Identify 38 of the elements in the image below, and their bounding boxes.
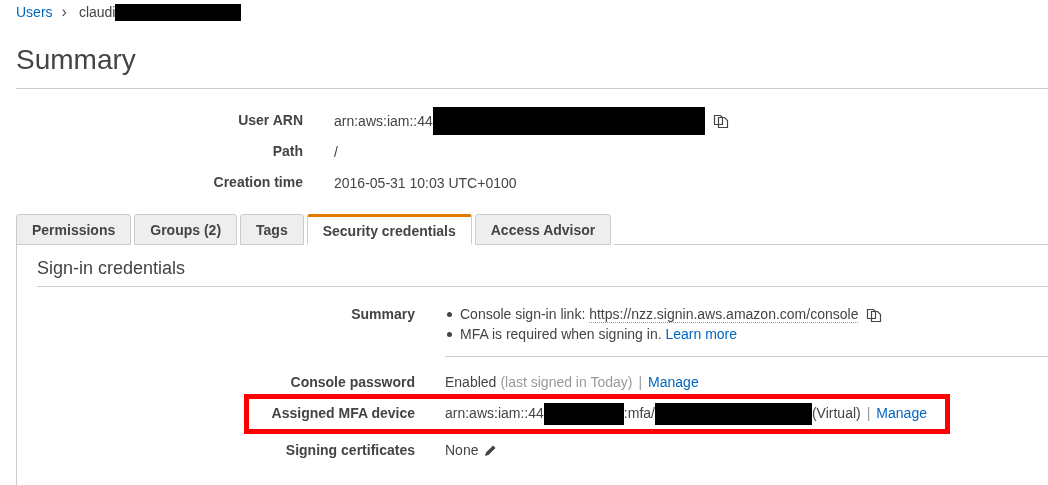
bullet-text: Console sign-in link:: [460, 305, 587, 324]
field-label: User ARN: [237, 111, 303, 130]
field-label: Console password: [289, 373, 415, 392]
tab[interactable]: Tags: [240, 214, 304, 245]
separator: |: [638, 373, 643, 392]
sign-in-url[interactable]: https://nzz.signin.aws.amazon.com/console: [589, 305, 859, 323]
field-value: arn:aws:iam::44: [445, 404, 544, 423]
section-title: Sign-in credentials: [37, 258, 1048, 287]
field-label: Signing certificates: [284, 441, 415, 460]
field-value: Enabled: [445, 373, 497, 392]
field-value: 2016-05-31 10:03 UTC+0100: [334, 174, 517, 191]
field-label: Summary: [350, 305, 415, 324]
field-label: Creation time: [212, 173, 303, 192]
manage-link[interactable]: Manage: [876, 398, 927, 429]
manage-link[interactable]: Manage: [648, 367, 699, 398]
separator: |: [866, 404, 871, 423]
last-signed-note: (last signed in Today): [500, 373, 633, 392]
tab[interactable]: Groups (2): [134, 214, 238, 245]
field-value: None: [445, 441, 479, 460]
bullet-icon: [447, 331, 452, 337]
field-value: /: [334, 143, 338, 160]
bullet-text: MFA is required when signing in.: [460, 325, 663, 344]
field-value: (Virtual): [811, 404, 861, 423]
tab[interactable]: Security credentials: [306, 214, 472, 245]
breadcrumb-current: claudi: [78, 4, 116, 20]
chevron-icon: ›: [61, 3, 67, 21]
breadcrumb-link[interactable]: Users: [16, 4, 53, 20]
field-value: arn:aws:iam::44: [334, 112, 433, 129]
tab[interactable]: Access Advisor: [474, 214, 612, 245]
page-title: Summary: [16, 24, 1048, 89]
learn-more-link[interactable]: Learn more: [665, 324, 738, 344]
bullet-icon: [447, 311, 452, 317]
field-value: :mfa/: [623, 404, 655, 423]
field-label: Path: [271, 142, 303, 161]
field-label: Assigned MFA device: [270, 404, 415, 423]
pencil-icon[interactable]: [483, 443, 498, 458]
copy-icon[interactable]: [712, 112, 729, 129]
tab[interactable]: Permissions: [16, 214, 132, 245]
